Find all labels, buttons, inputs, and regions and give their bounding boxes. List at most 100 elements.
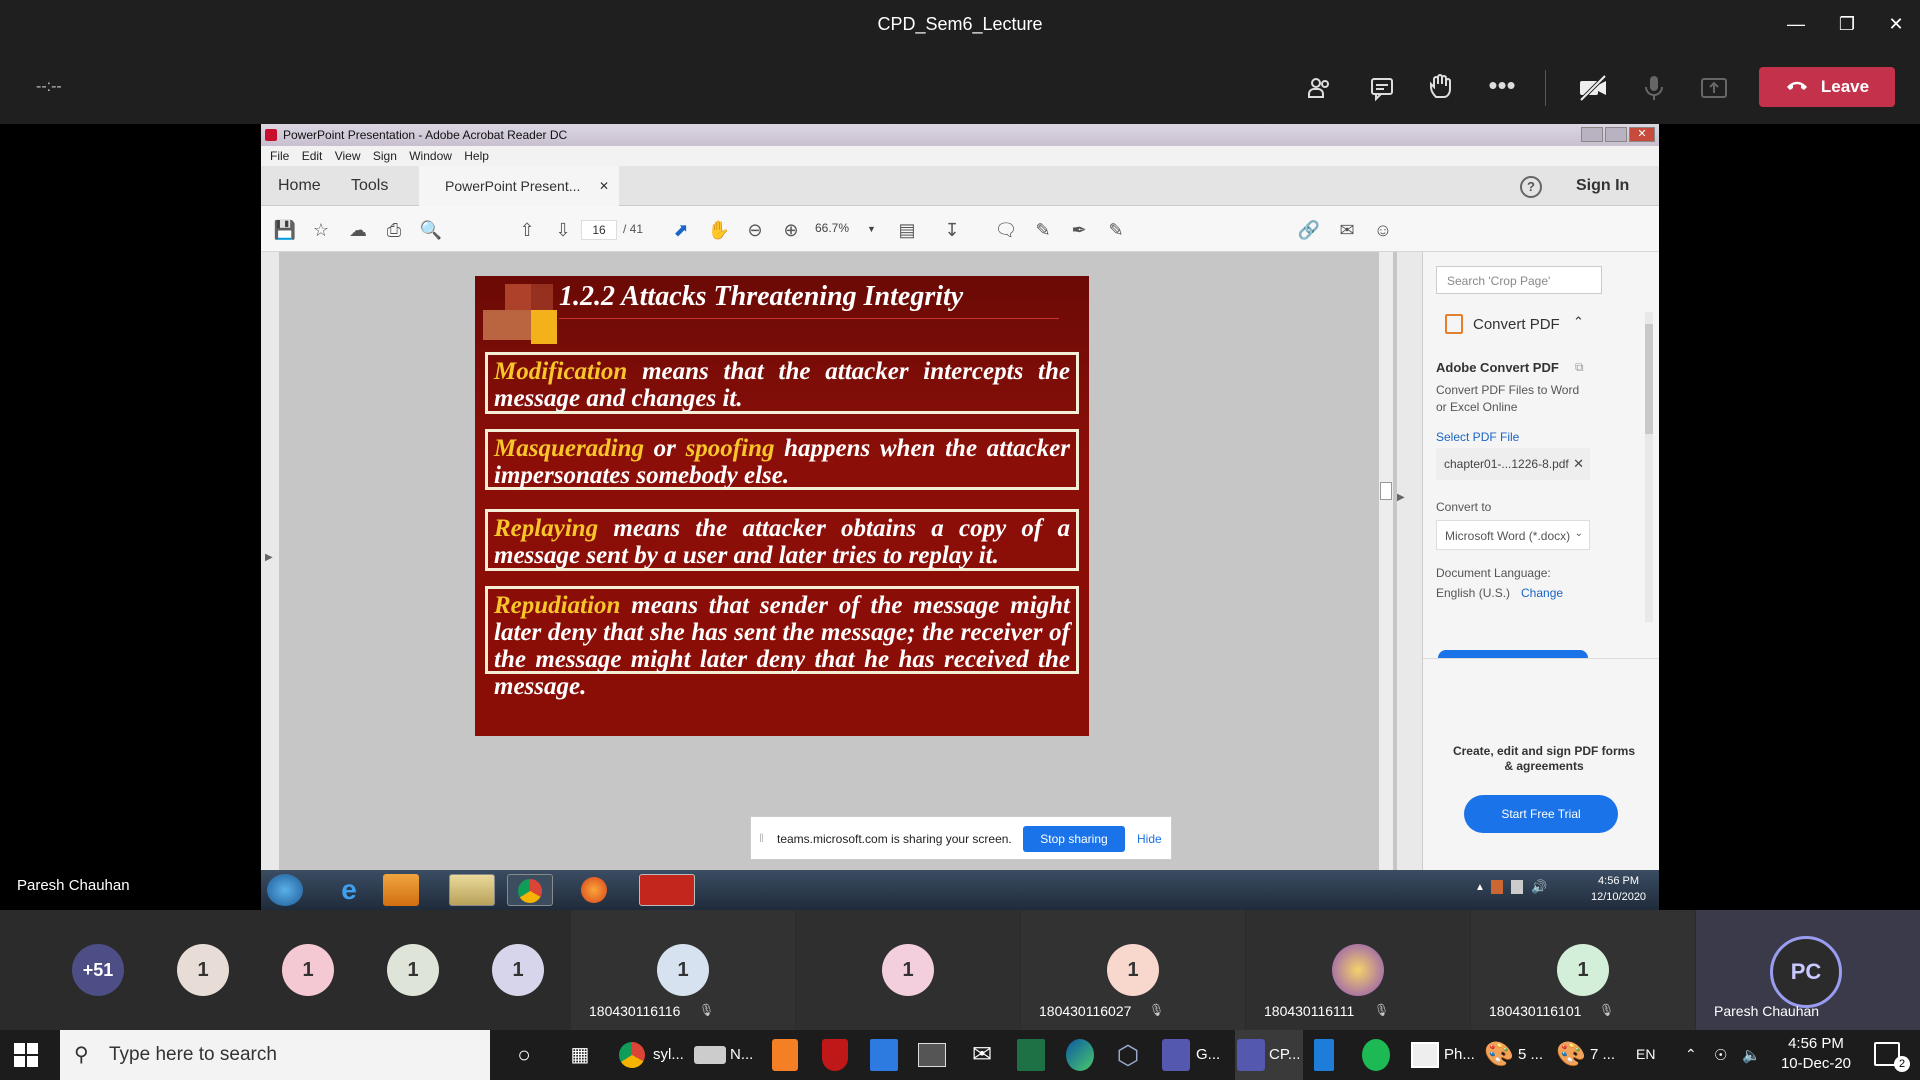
participants-icon[interactable]: [1302, 70, 1338, 106]
more-options-icon[interactable]: •••: [1484, 70, 1520, 106]
windows-start-icon[interactable]: [14, 1043, 38, 1067]
notepad-icon[interactable]: [1314, 1039, 1334, 1071]
tray-arrow-icon[interactable]: ▲: [1475, 882, 1485, 893]
right-panel-toggle-icon[interactable]: ▶: [1397, 492, 1405, 503]
sign-in-button[interactable]: Sign In: [1576, 166, 1629, 206]
fill-form-icon[interactable]: ✎: [1104, 218, 1128, 242]
edge-icon[interactable]: [1066, 1039, 1094, 1071]
select-cursor-icon[interactable]: ⬈: [669, 218, 693, 242]
taskbar-search-box[interactable]: ⚲ Type here to search: [60, 1030, 490, 1080]
tray-chevron-icon[interactable]: ⌃: [1685, 1046, 1697, 1063]
menu-view[interactable]: View: [335, 149, 361, 163]
chat-icon[interactable]: [1364, 70, 1400, 106]
page-number-input[interactable]: 16: [581, 220, 617, 240]
participant-tile-self[interactable]: PC Paresh Chauhan: [1696, 910, 1920, 1030]
remove-file-icon[interactable]: ✕: [1573, 456, 1584, 472]
teams-active-icon[interactable]: [1237, 1039, 1265, 1071]
menu-window[interactable]: Window: [409, 149, 452, 163]
print-icon[interactable]: ⎙: [382, 218, 406, 242]
photos-icon[interactable]: [1411, 1042, 1439, 1068]
taskbar-app-label[interactable]: Ph...: [1444, 1046, 1475, 1063]
tool-search-input[interactable]: Search 'Crop Page': [1436, 266, 1602, 294]
tray-volume-icon[interactable]: 🔊: [1531, 879, 1547, 895]
cortana-icon[interactable]: ○: [508, 1039, 540, 1071]
participant-avatar[interactable]: 1: [282, 944, 334, 996]
find-zoom-icon[interactable]: 🔍: [419, 218, 443, 242]
raise-hand-icon[interactable]: [1423, 70, 1459, 106]
spotify-icon[interactable]: [1362, 1039, 1390, 1071]
overflow-count-avatar[interactable]: +51: [72, 944, 124, 996]
taskbar-app-label[interactable]: 7 ...: [1590, 1046, 1615, 1063]
media-player-icon[interactable]: [383, 874, 419, 906]
teams-icon[interactable]: [1162, 1039, 1190, 1071]
tab-document[interactable]: PowerPoint Present... ✕: [419, 166, 619, 206]
taskbar-app-label[interactable]: G...: [1196, 1046, 1220, 1063]
copy-icon[interactable]: ⧉: [1575, 360, 1584, 375]
acrobat-minimize-button[interactable]: [1581, 127, 1603, 142]
tray-flag-icon[interactable]: [1491, 880, 1503, 894]
start-free-trial-button[interactable]: Start Free Trial: [1464, 795, 1618, 833]
menu-help[interactable]: Help: [464, 149, 489, 163]
internet-explorer-icon[interactable]: e: [331, 874, 367, 906]
participant-avatar[interactable]: 1: [387, 944, 439, 996]
share-link-icon[interactable]: 🔗: [1297, 218, 1321, 242]
page-fit-icon[interactable]: ▤: [895, 218, 919, 242]
comment-icon[interactable]: 🗨: [994, 218, 1018, 242]
previous-page-icon[interactable]: ⇧: [515, 218, 539, 242]
task-view-icon[interactable]: ▦: [564, 1039, 596, 1071]
hide-banner-link[interactable]: Hide: [1137, 832, 1162, 846]
zoom-select[interactable]: 66.7% ▼: [815, 221, 885, 235]
camera-off-icon[interactable]: [1575, 70, 1611, 106]
system-clock[interactable]: 4:56 PM 10-Dec-20: [1766, 1034, 1866, 1074]
stop-sharing-button[interactable]: Stop sharing: [1023, 826, 1125, 852]
tab-home[interactable]: Home: [278, 166, 321, 206]
upload-cloud-icon[interactable]: ☁: [346, 218, 370, 242]
participant-tile[interactable]: 180430116111 🎙: [1246, 910, 1470, 1030]
restore-button[interactable]: ❐: [1827, 8, 1867, 40]
menu-file[interactable]: File: [270, 149, 289, 163]
zoom-out-icon[interactable]: ⊖: [743, 218, 767, 242]
mcafee-icon[interactable]: [822, 1039, 848, 1071]
document-viewport[interactable]: ▶ 1.2.2 Attacks Threatening Integrity Mo…: [265, 252, 1397, 870]
participant-avatar[interactable]: 1: [177, 944, 229, 996]
menu-edit[interactable]: Edit: [302, 149, 323, 163]
paint-icon[interactable]: 🎨: [1556, 1039, 1586, 1071]
next-page-icon[interactable]: ⇩: [551, 218, 575, 242]
taskbar-app-label[interactable]: CP...: [1269, 1046, 1300, 1063]
chrome-icon[interactable]: [619, 1042, 645, 1068]
select-pdf-link[interactable]: Select PDF File: [1436, 430, 1519, 444]
convert-button[interactable]: [1438, 650, 1588, 658]
chevron-up-icon[interactable]: ⌃: [1573, 314, 1584, 330]
microphone-icon[interactable]: [1636, 70, 1672, 106]
win7-start-icon[interactable]: [267, 874, 303, 906]
participant-tile[interactable]: 1 180430116101 🎙: [1471, 910, 1695, 1030]
bookmark-star-icon[interactable]: ☆: [309, 218, 333, 242]
scroll-thumb[interactable]: [1380, 482, 1392, 500]
panel-scrollbar[interactable]: [1645, 312, 1653, 622]
zoom-in-icon[interactable]: ⊕: [779, 218, 803, 242]
acrobat-taskbar-icon[interactable]: [639, 874, 695, 906]
participant-tile[interactable]: 1 180430116027 🎙: [1021, 910, 1245, 1030]
tab-tools[interactable]: Tools: [351, 166, 388, 206]
minimize-button[interactable]: —: [1776, 8, 1816, 40]
excel-icon[interactable]: [1017, 1039, 1045, 1071]
win7-clock[interactable]: 4:56 PM 12/10/2020: [1591, 873, 1646, 905]
participant-tile[interactable]: 1: [796, 910, 1020, 1030]
tab-close-icon[interactable]: ✕: [599, 166, 609, 206]
tray-network-icon[interactable]: [1511, 880, 1523, 894]
change-language-link[interactable]: Change: [1521, 586, 1563, 600]
virtualbox-icon[interactable]: ⬡: [1114, 1039, 1142, 1071]
hand-tool-icon[interactable]: ✋: [707, 218, 731, 242]
drive-icon[interactable]: [694, 1046, 726, 1064]
highlight-pen-icon[interactable]: ✎: [1031, 218, 1055, 242]
add-user-icon[interactable]: ☺: [1371, 218, 1395, 242]
firefox-icon[interactable]: [571, 874, 617, 906]
taskbar-app-label[interactable]: 5 ...: [1518, 1046, 1543, 1063]
scrolling-mode-icon[interactable]: ↧: [940, 218, 964, 242]
convert-pdf-header[interactable]: Convert PDF: [1473, 316, 1560, 333]
left-panel-toggle-icon[interactable]: ▶: [265, 552, 273, 563]
menu-sign[interactable]: Sign: [373, 149, 397, 163]
file-explorer-icon[interactable]: [449, 874, 495, 906]
terminal-icon[interactable]: [918, 1043, 946, 1067]
sign-icon[interactable]: ✒: [1067, 218, 1091, 242]
